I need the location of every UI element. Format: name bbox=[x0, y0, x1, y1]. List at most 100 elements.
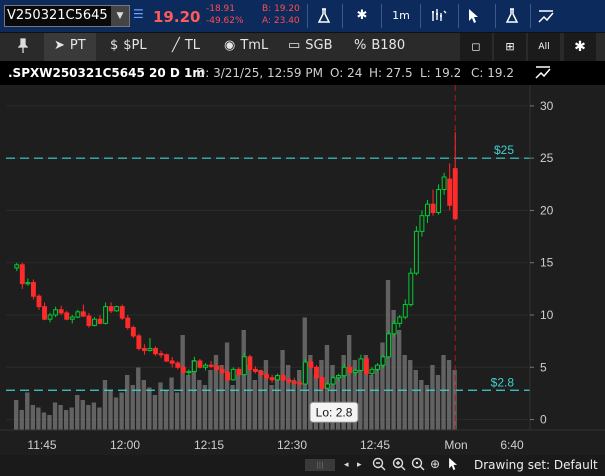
bar-date: D: 3/21/25, 12:59 PM bbox=[196, 66, 323, 80]
volume-bar bbox=[36, 407, 41, 430]
volume-bar bbox=[141, 380, 146, 430]
cursor-icon[interactable] bbox=[464, 8, 484, 24]
low-marker-label: Lo: 2.8 bbox=[316, 405, 353, 419]
candle-body bbox=[19, 264, 25, 285]
volume-bar bbox=[97, 407, 102, 430]
box-icon: ▭ bbox=[288, 38, 301, 53]
separator bbox=[307, 4, 308, 28]
style-icon[interactable] bbox=[429, 8, 449, 24]
candle-body bbox=[247, 356, 253, 370]
gear-icon[interactable]: ✱ bbox=[352, 8, 372, 24]
bar-low: L: 19.2 bbox=[420, 66, 462, 80]
candle-body bbox=[413, 230, 419, 274]
volume-bar bbox=[419, 380, 424, 430]
candle-body bbox=[203, 364, 208, 368]
candle-body bbox=[80, 311, 86, 317]
ask-price: A: 23.40 bbox=[262, 16, 300, 26]
symbol-dropdown-icon[interactable]: ▼ bbox=[111, 6, 129, 26]
flask-icon[interactable] bbox=[314, 8, 334, 24]
candle-body bbox=[258, 370, 264, 376]
crosshair-icon[interactable]: ⊕ bbox=[430, 457, 440, 471]
dollar-icon: $ bbox=[110, 38, 119, 53]
tool-sgb[interactable]: ▭ SGB bbox=[288, 38, 333, 56]
candle-body bbox=[408, 272, 414, 306]
candle-body bbox=[369, 368, 375, 375]
volume-bar bbox=[285, 365, 291, 430]
volume-bar bbox=[219, 365, 224, 430]
volume-bar bbox=[280, 350, 285, 430]
volume-bar bbox=[14, 400, 19, 430]
tool-tl[interactable]: ╱ TL bbox=[172, 38, 200, 56]
zoom-fit-icon[interactable] bbox=[411, 457, 425, 474]
candle-body bbox=[286, 379, 292, 383]
bar-high: H: 27.5 bbox=[369, 66, 413, 80]
symbol-input[interactable]: V250321C5645 ▼ bbox=[4, 5, 130, 27]
y-tick-label: 15 bbox=[540, 256, 554, 270]
zoom-out-icon[interactable] bbox=[372, 457, 386, 474]
tool-pt[interactable]: ➤ PT bbox=[54, 38, 86, 56]
cursor-icon[interactable] bbox=[448, 457, 459, 474]
last-price: 19.20 bbox=[153, 8, 201, 26]
price-chart[interactable]: $25 $2.8 Lo: 2.8 30 25 20 15 10 5 0 11:45 12:00 12:1… bbox=[0, 85, 605, 455]
candle-body bbox=[86, 315, 92, 326]
volume-bar bbox=[108, 390, 113, 430]
volume-bar bbox=[169, 377, 174, 430]
chart-area[interactable]: $25 $2.8 Lo: 2.8 30 25 20 15 10 5 0 11:45 12:00 12:1… bbox=[0, 85, 605, 455]
bid-price: B: 19.20 bbox=[262, 4, 300, 14]
volume-bar bbox=[163, 390, 169, 430]
chart-style-icon[interactable] bbox=[536, 8, 556, 24]
candle-body bbox=[447, 178, 453, 206]
candle-body bbox=[153, 347, 158, 355]
volume-bar bbox=[197, 380, 202, 430]
candle-body bbox=[25, 282, 31, 285]
y-tick-label: 20 bbox=[540, 203, 554, 217]
separator bbox=[530, 4, 531, 28]
candle-body bbox=[30, 282, 36, 297]
candle-body bbox=[119, 306, 125, 319]
volume-bar bbox=[374, 365, 380, 430]
level-line-label: $25 bbox=[494, 143, 514, 157]
symbol-bar: V250321C5645 ▼ ☰ 19.20 -18.91 -49.62% B:… bbox=[0, 0, 605, 32]
volume-bar bbox=[358, 370, 363, 430]
candle-body bbox=[352, 369, 358, 373]
candle-body bbox=[386, 333, 392, 358]
tool-spl[interactable]: $ $PL bbox=[110, 38, 147, 56]
all-button[interactable]: All bbox=[528, 33, 560, 61]
bar-open: O: 24 bbox=[330, 66, 363, 80]
separator bbox=[381, 4, 382, 28]
volume-bar bbox=[435, 375, 441, 430]
candle-body bbox=[125, 317, 131, 329]
scroll-right-icon[interactable]: ▸ bbox=[357, 460, 362, 470]
candle-body bbox=[75, 311, 81, 318]
volume-bar bbox=[63, 410, 69, 430]
flask-icon[interactable] bbox=[502, 8, 522, 24]
volume-bar bbox=[241, 330, 246, 430]
candle-body bbox=[391, 322, 397, 335]
tool-tml[interactable]: ◉ TmL bbox=[224, 38, 268, 56]
candle-body bbox=[264, 374, 269, 379]
volume-bar bbox=[186, 375, 191, 430]
volume-bar bbox=[208, 370, 213, 430]
candle-body bbox=[53, 309, 59, 316]
drawing-set-label[interactable]: Drawing set: Default bbox=[474, 458, 598, 472]
chart-style-icon[interactable] bbox=[535, 64, 551, 83]
candle-body bbox=[92, 318, 97, 326]
candle-body bbox=[141, 347, 147, 352]
grid-icon[interactable]: ⊞ bbox=[494, 33, 526, 61]
candle-body bbox=[441, 176, 447, 191]
pin-icon[interactable] bbox=[17, 38, 29, 56]
zoom-in-icon[interactable] bbox=[392, 457, 406, 474]
scroll-left-icon[interactable]: ◂ bbox=[344, 460, 349, 470]
candle-body bbox=[430, 203, 436, 214]
gear-icon[interactable]: ✱ bbox=[564, 33, 596, 61]
candle-body bbox=[308, 361, 314, 368]
scroll-thumb[interactable]: ||| bbox=[305, 459, 335, 471]
separator bbox=[420, 4, 421, 28]
candle-body bbox=[114, 306, 120, 312]
tool-b180[interactable]: % B180 bbox=[354, 38, 405, 56]
volume-bar bbox=[19, 410, 24, 430]
symbol-menu-icon[interactable]: ☰ bbox=[133, 7, 144, 21]
timeframe-button[interactable]: 1m bbox=[389, 9, 413, 25]
volume-bar bbox=[452, 370, 457, 430]
square-icon[interactable]: ◻ bbox=[460, 33, 492, 61]
